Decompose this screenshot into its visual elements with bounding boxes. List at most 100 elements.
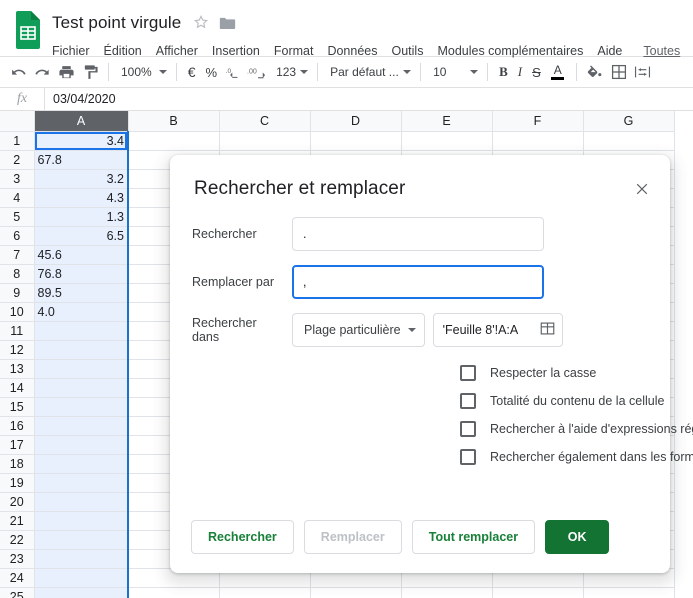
redo-icon[interactable] [30, 60, 54, 84]
grid-cell-C25[interactable] [219, 587, 311, 598]
range-input[interactable]: 'Feuille 8'!A:A [432, 313, 563, 347]
borders-icon[interactable] [607, 60, 631, 84]
row-header[interactable]: 9 [0, 283, 35, 303]
ok-button[interactable]: OK [545, 520, 610, 554]
grid-cell-B25[interactable] [128, 587, 220, 598]
menu-edition[interactable]: Édition [97, 41, 149, 61]
save-status-link[interactable]: Toutes [643, 44, 680, 58]
row-header[interactable]: 25 [0, 587, 35, 598]
grid-cell-D25[interactable] [310, 587, 402, 598]
font-family-selector[interactable]: Par défaut ... [324, 61, 414, 83]
menu-donnees[interactable]: Données [320, 41, 384, 61]
grid-cell-E25[interactable] [401, 587, 493, 598]
grid-cell-G25[interactable] [583, 587, 675, 598]
row-header[interactable]: 12 [0, 340, 35, 360]
row-header[interactable]: 10 [0, 302, 35, 322]
grid-cell-A2[interactable]: 67.8 [34, 150, 129, 170]
grid-cell-A5[interactable]: 1.3 [34, 207, 129, 227]
row-header[interactable]: 3 [0, 169, 35, 189]
grid-cell-A13[interactable] [34, 359, 129, 379]
grid-cell-D1[interactable] [310, 131, 402, 151]
grid-cell-A23[interactable] [34, 549, 129, 569]
grid-cell-A12[interactable] [34, 340, 129, 360]
row-header[interactable]: 4 [0, 188, 35, 208]
replace-all-button[interactable]: Tout remplacer [411, 520, 536, 554]
menu-afficher[interactable]: Afficher [149, 41, 205, 61]
row-header[interactable]: 11 [0, 321, 35, 341]
menu-format[interactable]: Format [267, 41, 321, 61]
grid-cell-A18[interactable] [34, 454, 129, 474]
undo-icon[interactable] [6, 60, 30, 84]
document-title[interactable]: Test point virgule [52, 13, 181, 33]
checkbox-entire-cell[interactable] [460, 393, 476, 409]
row-header[interactable]: 2 [0, 150, 35, 170]
menu-aide[interactable]: Aide [590, 41, 629, 61]
row-header[interactable]: 7 [0, 245, 35, 265]
grid-cell-A4[interactable]: 4.3 [34, 188, 129, 208]
print-icon[interactable] [54, 60, 78, 84]
formula-input[interactable]: 03/04/2020 [45, 92, 693, 106]
text-color-icon[interactable]: A [546, 60, 570, 84]
row-header[interactable]: 6 [0, 226, 35, 246]
find-input[interactable]: . [292, 217, 544, 251]
select-range-icon[interactable] [540, 321, 555, 339]
grid-cell-A8[interactable]: 76.8 [34, 264, 129, 284]
star-outline-icon[interactable] [193, 14, 209, 33]
grid-cell-A6[interactable]: 6.5 [34, 226, 129, 246]
close-icon[interactable] [628, 175, 656, 203]
menu-fichier[interactable]: Fichier [52, 41, 97, 61]
grid-cell-C1[interactable] [219, 131, 311, 151]
grid-cell-A24[interactable] [34, 568, 129, 588]
strikethrough-icon[interactable]: S [527, 61, 546, 83]
select-all-corner[interactable] [0, 111, 35, 132]
row-header[interactable]: 20 [0, 492, 35, 512]
grid-cell-A20[interactable] [34, 492, 129, 512]
grid-cell-G1[interactable] [583, 131, 675, 151]
bold-icon[interactable]: B [494, 61, 513, 83]
grid-cell-A14[interactable] [34, 378, 129, 398]
row-header[interactable]: 1 [0, 131, 35, 151]
checkbox-regex[interactable] [460, 421, 476, 437]
grid-cell-A22[interactable] [34, 530, 129, 550]
font-size-selector[interactable]: 10 [427, 61, 481, 83]
column-header-e[interactable]: E [401, 111, 493, 132]
row-header[interactable]: 5 [0, 207, 35, 227]
row-header[interactable]: 8 [0, 264, 35, 284]
grid-cell-A3[interactable]: 3.2 [34, 169, 129, 189]
grid-cell-A16[interactable] [34, 416, 129, 436]
row-header[interactable]: 24 [0, 568, 35, 588]
grid-cell-A1[interactable]: 3.4 [34, 131, 129, 151]
search-in-select[interactable]: Plage particulière [292, 313, 425, 347]
menu-modules-complementaires[interactable]: Modules complémentaires [430, 41, 590, 61]
folder-icon[interactable] [219, 16, 236, 30]
grid-cell-A21[interactable] [34, 511, 129, 531]
grid-cell-A7[interactable]: 45.6 [34, 245, 129, 265]
grid-cell-A19[interactable] [34, 473, 129, 493]
row-header[interactable]: 13 [0, 359, 35, 379]
row-header[interactable]: 14 [0, 378, 35, 398]
grid-cell-B1[interactable] [128, 131, 220, 151]
increase-decimal-icon[interactable]: .00 [246, 60, 270, 84]
row-header[interactable]: 18 [0, 454, 35, 474]
row-header[interactable]: 17 [0, 435, 35, 455]
grid-cell-A17[interactable] [34, 435, 129, 455]
grid-cell-A10[interactable]: 4.0 [34, 302, 129, 322]
percent-icon[interactable]: % [201, 61, 223, 83]
grid-cell-F25[interactable] [492, 587, 584, 598]
column-header-f[interactable]: F [492, 111, 584, 132]
row-header[interactable]: 21 [0, 511, 35, 531]
checkbox-match-case[interactable] [460, 365, 476, 381]
grid-cell-E1[interactable] [401, 131, 493, 151]
menu-outils[interactable]: Outils [385, 41, 431, 61]
grid-cell-F1[interactable] [492, 131, 584, 151]
column-header-d[interactable]: D [310, 111, 402, 132]
column-header-a[interactable]: A [34, 111, 129, 132]
grid-cell-A15[interactable] [34, 397, 129, 417]
italic-icon[interactable]: I [513, 61, 527, 83]
column-header-c[interactable]: C [219, 111, 311, 132]
fill-color-icon[interactable] [583, 60, 607, 84]
grid-cell-A11[interactable] [34, 321, 129, 341]
zoom-selector[interactable]: 100% [115, 61, 170, 83]
column-header-g[interactable]: G [583, 111, 675, 132]
euro-icon[interactable]: € [183, 61, 201, 83]
